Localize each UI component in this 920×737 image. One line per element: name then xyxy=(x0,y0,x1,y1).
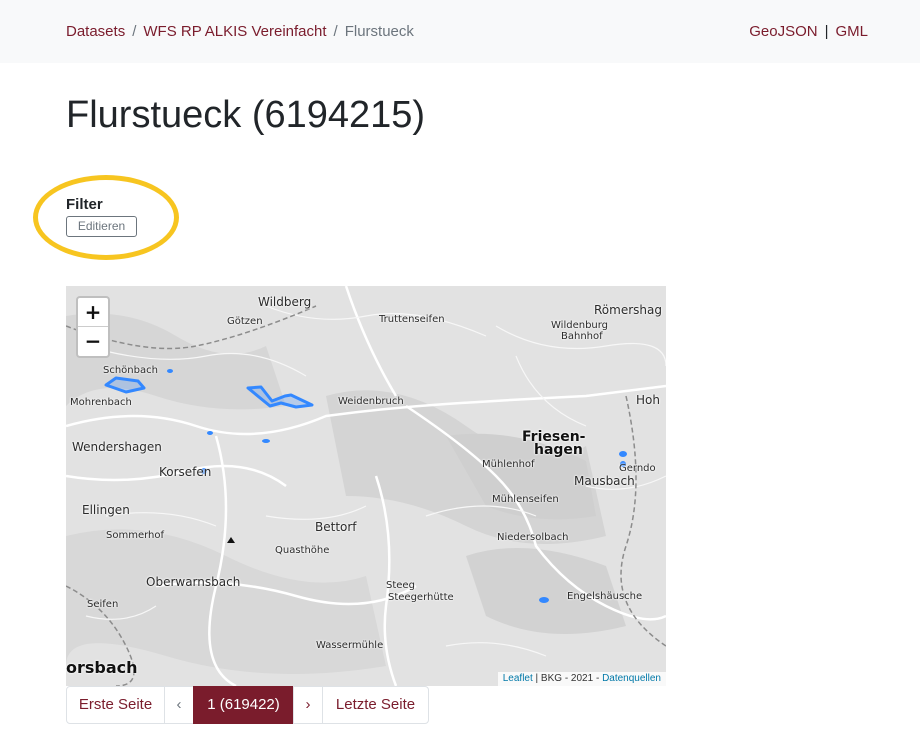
map-place-label: Wendershagen xyxy=(72,440,162,454)
breadcrumb-current: Flurstueck xyxy=(344,23,414,40)
map-place-label: Korsefen xyxy=(159,465,212,479)
map-place-label: Mohrenbach xyxy=(70,397,132,408)
map-place-label: hagen xyxy=(534,442,583,458)
zoom-out-button[interactable]: − xyxy=(78,327,108,356)
map-place-label: Niedersolbach xyxy=(497,532,569,543)
filter-edit-button[interactable]: Editieren xyxy=(66,216,137,237)
breadcrumb-datasets-link[interactable]: Datasets xyxy=(66,23,125,40)
map-attribution: Leaflet | BKG - 2021 - Datenquellen xyxy=(497,672,666,686)
map-place-label: Seifen xyxy=(87,599,119,610)
map-place-label: Sommerhof xyxy=(106,530,165,541)
breadcrumb-dataset-link[interactable]: WFS RP ALKIS Vereinfacht xyxy=(143,23,326,40)
breadcrumb-separator: / xyxy=(333,23,338,40)
map-place-label: Bettorf xyxy=(315,520,357,534)
map-place-label: Oberwarnsbach xyxy=(146,575,241,589)
data-sources-link[interactable]: Datenquellen xyxy=(602,673,661,684)
map[interactable]: + − Wildberg Götzen Truttenseifen Römers… xyxy=(66,286,666,686)
map-place-label: Mausbach xyxy=(574,474,635,488)
geojson-link[interactable]: GeoJSON xyxy=(749,23,817,40)
format-links: GeoJSON | GML xyxy=(749,23,868,41)
leaflet-link[interactable]: Leaflet xyxy=(503,673,533,684)
map-place-label: Truttenseifen xyxy=(379,314,445,325)
map-place-label: Engelshäusche xyxy=(567,591,643,602)
previous-page-button[interactable]: ‹ xyxy=(164,686,194,724)
breadcrumb-separator: / xyxy=(132,23,137,40)
map-place-label: Steegerhütte xyxy=(388,592,454,603)
page-title: Flurstueck (6194215) xyxy=(66,94,426,136)
map-place-label: Bahnhof xyxy=(561,331,603,342)
last-page-button[interactable]: Letzte Seite xyxy=(322,686,429,724)
map-place-label: Römershag xyxy=(594,303,662,317)
pagination: Erste Seite ‹ 1 (619422) › Letzte Seite xyxy=(66,686,429,724)
zoom-control: + − xyxy=(76,296,110,358)
map-place-label: Hoh xyxy=(636,393,660,407)
map-place-label: Mühlenseifen xyxy=(492,494,559,505)
map-place-label: Quasthöhe xyxy=(275,545,330,556)
first-page-button[interactable]: Erste Seite xyxy=(66,686,165,724)
map-place-label: Wassermühle xyxy=(316,640,384,651)
map-place-label: Weidenbruch xyxy=(338,396,404,407)
breadcrumb: Datasets / WFS RP ALKIS Vereinfacht / Flurst… xyxy=(66,23,414,41)
map-place-label: Mühlenhof xyxy=(482,459,535,470)
zoom-in-button[interactable]: + xyxy=(78,298,108,327)
current-page-button[interactable]: 1 (619422) xyxy=(193,686,294,724)
map-place-label: Steeg xyxy=(386,580,415,591)
map-place-label: Götzen xyxy=(227,316,263,327)
filter-label: Filter xyxy=(66,196,103,213)
navbar: Datasets / WFS RP ALKIS Vereinfacht / Flurst… xyxy=(0,0,920,63)
gml-link[interactable]: GML xyxy=(835,23,868,40)
map-place-label: Gerndo xyxy=(619,463,656,474)
attribution-text: | BKG - 2021 - xyxy=(532,673,603,684)
map-place-label: Ellingen xyxy=(82,503,130,517)
map-place-label: Schönbach xyxy=(103,365,158,376)
map-place-label: Wildenburg xyxy=(551,320,609,331)
map-place-label: orsbach xyxy=(66,658,138,677)
next-page-button[interactable]: › xyxy=(293,686,323,724)
format-separator: | xyxy=(824,23,829,40)
map-place-label: Wildberg xyxy=(258,295,312,309)
